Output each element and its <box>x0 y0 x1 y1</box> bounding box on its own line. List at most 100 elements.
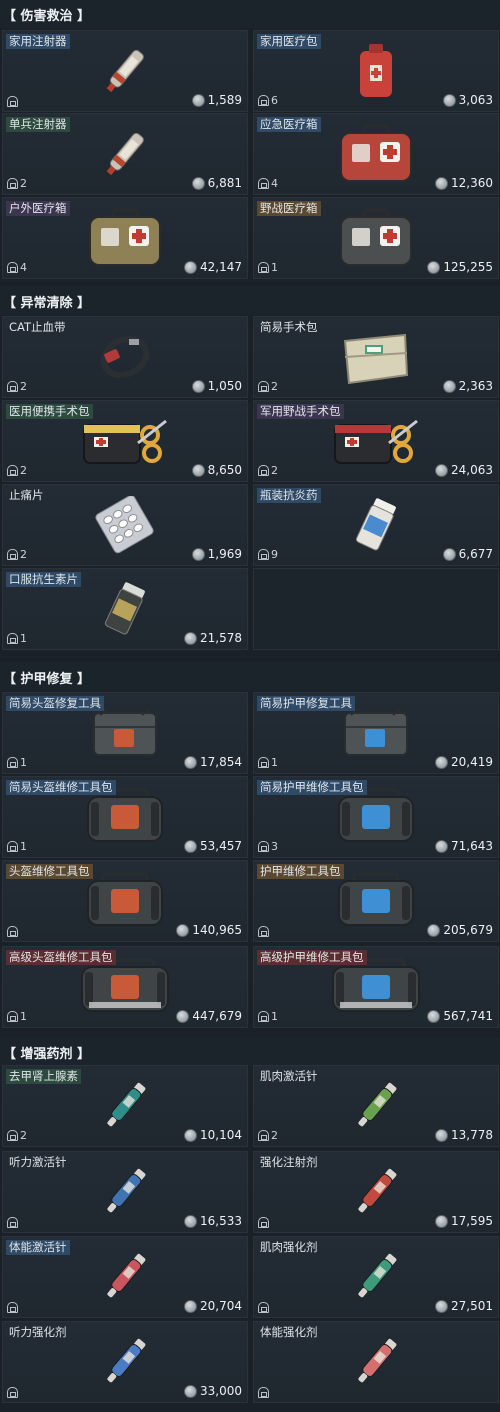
syringe-icon <box>100 126 150 182</box>
item-card[interactable]: 家用医疗包 6 3,063 <box>253 30 499 112</box>
item-price: 20,419 <box>435 755 493 769</box>
item-name: 体能强化剂 <box>260 1325 318 1339</box>
item-name: 瓶装抗炎药 <box>257 488 321 503</box>
item-card[interactable]: 肌肉激活针 2 13,778 <box>253 1065 499 1147</box>
backpack-icon <box>7 1217 18 1228</box>
coin-icon <box>435 755 448 769</box>
backpack-icon <box>258 549 269 560</box>
coin-icon <box>191 176 205 190</box>
item-price: 1,969 <box>191 547 242 561</box>
backpack-icon <box>258 381 269 392</box>
stock-count <box>7 926 20 937</box>
backpack-icon <box>7 1011 18 1022</box>
stock-count: 4 <box>258 177 278 190</box>
tourniquet-icon <box>95 329 155 385</box>
repair-bag-icon <box>330 958 422 1016</box>
stock-count: 2 <box>7 177 27 190</box>
item-card[interactable]: 止痛片 2 1,969 <box>2 484 248 566</box>
item-card[interactable]: 肌肉强化剂 27,501 <box>253 1236 499 1318</box>
item-card[interactable]: 应急医疗箱 4 12,360 <box>253 113 499 195</box>
item-name: 应急医疗箱 <box>257 117 321 132</box>
item-price-value: 71,643 <box>451 839 493 853</box>
item-price: 1,050 <box>191 379 242 393</box>
item-price-value: 125,255 <box>443 260 493 274</box>
item-card[interactable]: 家用注射器 1,589 <box>2 30 248 112</box>
item-card[interactable]: 简易护甲修复工具 1 20,419 <box>253 692 499 774</box>
backpack-icon <box>258 1302 269 1313</box>
item-card[interactable]: 简易头盔修复工具 1 17,854 <box>2 692 248 774</box>
coin-icon <box>442 93 456 107</box>
stock-count <box>258 926 271 937</box>
item-price: 27,501 <box>435 1299 493 1313</box>
pill-pack-icon <box>95 496 155 554</box>
item-price-value: 6,677 <box>458 547 493 561</box>
item-price-value: 24,063 <box>451 463 493 477</box>
injector-icon <box>100 1333 150 1391</box>
backpack-icon <box>7 262 18 273</box>
item-card[interactable]: 简易手术包 2 2,363 <box>253 316 499 398</box>
medkit-icon <box>87 208 163 268</box>
item-price-value: 1,589 <box>207 93 242 107</box>
item-price-value: 567,741 <box>443 1009 493 1023</box>
item-price: 447,679 <box>176 1009 242 1023</box>
backpack-icon <box>7 757 18 768</box>
item-name: 军用野战手术包 <box>257 404 344 419</box>
item-card[interactable]: 单兵注射器 2 6,881 <box>2 113 248 195</box>
item-card[interactable]: CAT止血带 2 1,050 <box>2 316 248 398</box>
item-name: 止痛片 <box>9 488 44 502</box>
item-price-value: 53,457 <box>200 839 242 853</box>
item-card[interactable]: 去甲肾上腺素 2 10,104 <box>2 1065 248 1147</box>
item-card[interactable]: 口服抗生素片 1 21,578 <box>2 568 248 650</box>
item-name: 去甲肾上腺素 <box>6 1069 81 1084</box>
item-name: 简易护甲修复工具 <box>257 696 355 711</box>
item-price-value: 1,050 <box>207 379 242 393</box>
stock-count: 4 <box>7 261 27 274</box>
item-price-value: 42,147 <box>200 260 242 274</box>
item-name: 强化注射剂 <box>260 1155 318 1169</box>
item-card[interactable]: 体能激活针 20,704 <box>2 1236 248 1318</box>
item-card[interactable]: 强化注射剂 17,595 <box>253 1151 499 1233</box>
item-card[interactable]: 护甲维修工具包 205,679 <box>253 860 499 942</box>
medkit-icon <box>338 208 414 268</box>
item-card[interactable]: 户外医疗箱 4 42,147 <box>2 197 248 279</box>
stock-count-value: 2 <box>20 177 27 190</box>
item-price: 20,704 <box>184 1299 242 1313</box>
item-price: 17,595 <box>435 1214 493 1228</box>
item-card[interactable]: 军用野战手术包 2 24,063 <box>253 400 499 482</box>
item-name: 头盔维修工具包 <box>6 864 93 879</box>
item-card[interactable]: 高级头盔维修工具包 1 447,679 <box>2 946 248 1028</box>
item-card[interactable]: 头盔维修工具包 140,965 <box>2 860 248 942</box>
item-card[interactable]: 听力激活针 16,533 <box>2 1151 248 1233</box>
item-price: 125,255 <box>427 260 493 274</box>
coin-icon <box>442 379 456 393</box>
item-card[interactable]: 体能强化剂 <box>253 1321 499 1403</box>
backpack-icon <box>7 1130 18 1141</box>
backpack-icon <box>258 178 269 189</box>
backpack-icon <box>258 1011 269 1022</box>
item-name: 护甲维修工具包 <box>257 864 344 879</box>
item-card[interactable]: 野战医疗箱 1 125,255 <box>253 197 499 279</box>
backpack-icon <box>7 1302 18 1313</box>
item-card[interactable]: 瓶装抗炎药 9 6,677 <box>253 484 499 566</box>
item-card[interactable]: 医用便携手术包 2 8,650 <box>2 400 248 482</box>
item-name: 简易头盔维修工具包 <box>6 780 116 795</box>
section-header: 【 增强药剂 】 <box>0 1038 500 1066</box>
coin-icon <box>435 1299 448 1313</box>
item-price-value: 8,650 <box>207 463 242 477</box>
backpack-icon <box>7 178 18 189</box>
item-price-value: 140,965 <box>192 923 242 937</box>
coin-icon <box>176 923 190 937</box>
item-price-value: 16,533 <box>200 1214 242 1228</box>
coin-icon <box>184 260 197 274</box>
stock-count-value: 1 <box>271 756 278 769</box>
item-name: 肌肉激活针 <box>260 1069 318 1083</box>
item-card[interactable]: 高级护甲维修工具包 1 567,741 <box>253 946 499 1028</box>
item-price-value: 2,363 <box>458 379 493 393</box>
item-card[interactable]: 简易头盔维修工具包 1 53,457 <box>2 776 248 858</box>
item-name: 肌肉强化剂 <box>260 1240 318 1254</box>
stock-count-value: 1 <box>20 1010 27 1023</box>
item-card[interactable]: 听力强化剂 33,000 <box>2 1321 248 1403</box>
item-name: 听力强化剂 <box>9 1325 67 1339</box>
item-card[interactable]: 简易护甲维修工具包 3 71,643 <box>253 776 499 858</box>
item-price: 6,881 <box>191 176 242 190</box>
